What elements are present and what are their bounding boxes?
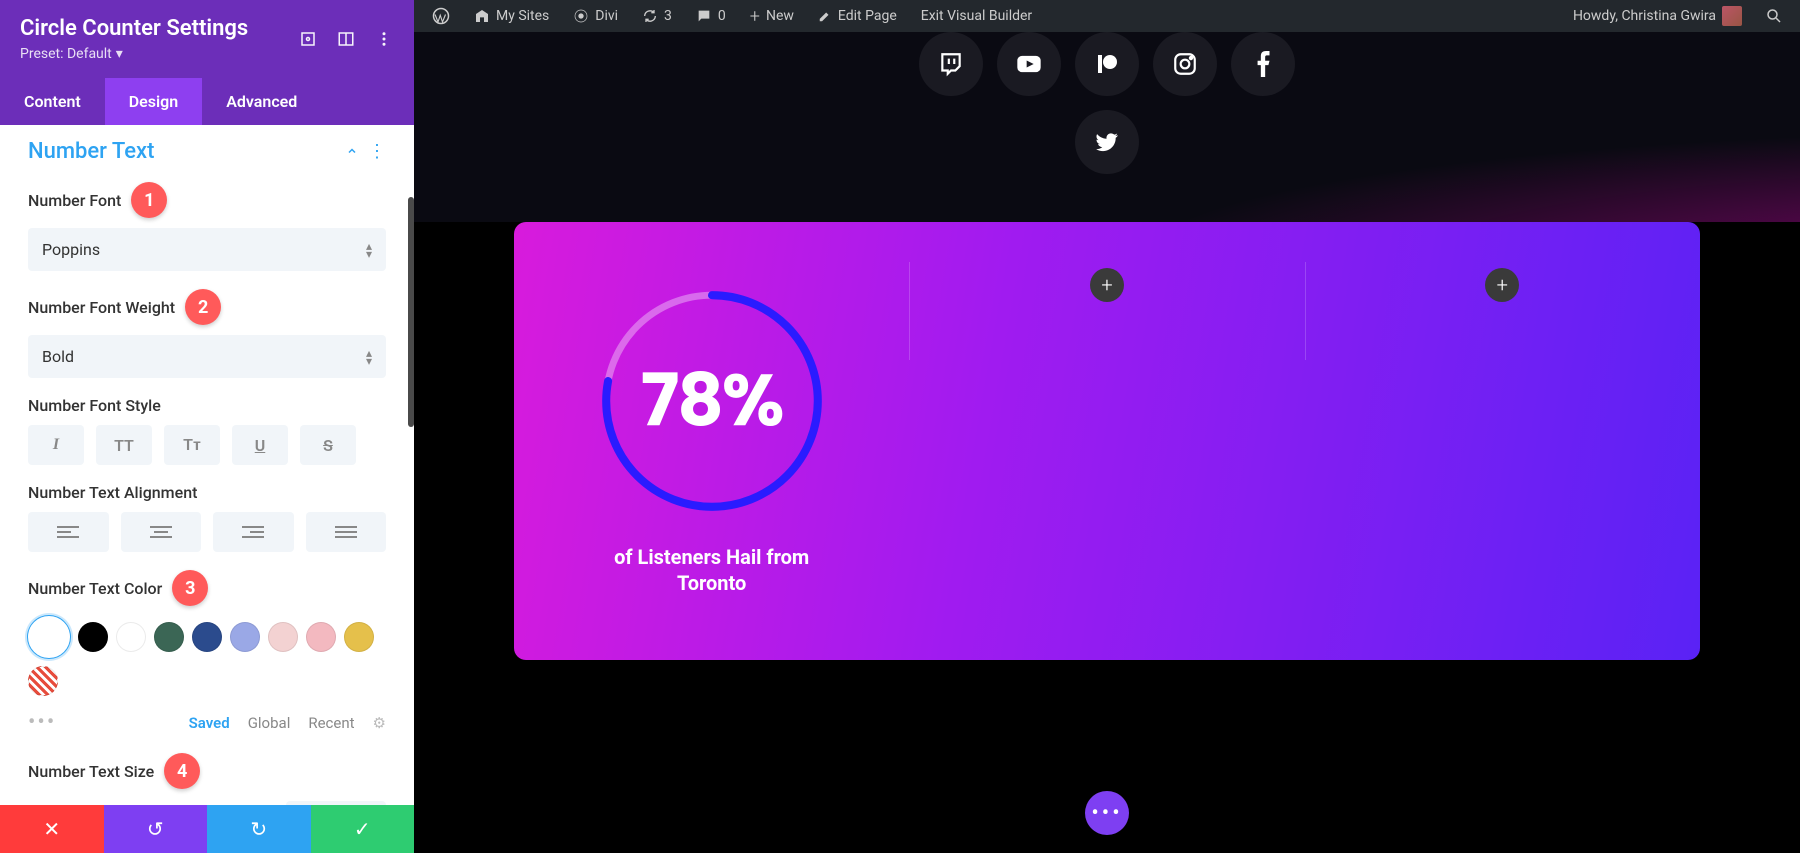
undo-button[interactable]: ↺ [104,805,208,853]
circle-counter-settings-panel: Circle Counter Settings Preset: Default … [0,0,414,853]
annotation-badge-4: 4 [164,753,200,789]
circle-percent-text: 78% [597,286,827,516]
color-swatch[interactable] [306,622,336,652]
tab-content[interactable]: Content [0,78,105,125]
color-tab-global[interactable]: Global [248,714,291,732]
panel-body: Number Text ⋮ Number Font 1 Poppins ▴▾ N… [0,125,414,805]
tab-design[interactable]: Design [105,78,202,125]
site-name-link[interactable]: Divi [565,8,626,24]
gear-icon[interactable]: ⚙ [373,714,386,732]
builder-fab[interactable]: ••• [1085,791,1129,835]
color-swatch[interactable] [78,622,108,652]
instagram-icon[interactable] [1153,32,1217,96]
annotation-badge-2: 2 [185,289,221,325]
style-italic-button[interactable]: I [28,425,84,465]
color-swatch[interactable] [230,622,260,652]
align-left-button[interactable] [28,512,109,552]
chevron-up-icon[interactable] [346,142,358,161]
number-font-weight-select[interactable]: Bold ▴▾ [28,335,386,378]
align-center-button[interactable] [121,512,202,552]
color-swatch[interactable] [192,622,222,652]
edit-page-link[interactable]: Edit Page [810,8,905,24]
page-preview: My Sites Divi 3 0 +New Edit Page Exit Vi… [414,0,1800,853]
number-font-style-label: Number Font Style [28,396,161,415]
patreon-icon[interactable] [1075,32,1139,96]
section-kebab-icon[interactable]: ⋮ [368,141,386,162]
panel-title: Circle Counter Settings [20,16,248,42]
style-strike-button[interactable]: S [300,425,356,465]
gradient-section: 78% of Listeners Hail from Toronto + + [514,222,1700,660]
panel-preset-dropdown[interactable]: Preset: Default ▾ [20,46,248,62]
youtube-icon[interactable] [997,32,1061,96]
caret-down-icon: ▾ [116,46,123,62]
color-swatches [28,616,386,696]
expand-icon[interactable] [298,29,318,49]
updates-link[interactable]: 3 [634,8,680,24]
new-link[interactable]: +New [742,6,802,27]
color-swatch[interactable] [344,622,374,652]
tab-advanced[interactable]: Advanced [202,78,321,125]
panel-tabs: Content Design Advanced [0,78,414,125]
number-text-color-label: Number Text Color [28,579,162,598]
section-number-text[interactable]: Number Text [28,139,154,164]
text-size-input[interactable]: 72px [286,801,386,805]
number-text-size-label: Number Text Size [28,762,154,781]
style-underline-button[interactable]: U [232,425,288,465]
wp-logo[interactable] [424,7,458,25]
number-font-label: Number Font [28,191,121,210]
search-icon[interactable] [1758,7,1790,25]
color-swatch-none[interactable] [28,666,58,696]
redo-button[interactable]: ↻ [207,805,311,853]
annotation-badge-3: 3 [172,570,208,606]
circle-counter-module[interactable]: 78% of Listeners Hail from Toronto [514,222,909,660]
my-sites-link[interactable]: My Sites [466,8,557,24]
circle-caption: of Listeners Hail from Toronto [597,544,827,596]
columns-icon[interactable] [336,29,356,49]
color-tab-saved[interactable]: Saved [189,714,230,732]
color-swatch-selected[interactable] [28,616,70,658]
align-justify-button[interactable] [306,512,387,552]
color-swatch[interactable] [154,622,184,652]
comments-link[interactable]: 0 [688,8,734,24]
color-tab-recent[interactable]: Recent [308,714,354,732]
wp-admin-bar: My Sites Divi 3 0 +New Edit Page Exit Vi… [414,0,1800,32]
select-arrows-icon: ▴▾ [366,242,372,259]
style-smallcaps-button[interactable]: Tᴛ [164,425,220,465]
panel-header: Circle Counter Settings Preset: Default … [0,0,414,78]
dark-header-section [414,32,1800,222]
exit-visual-builder-link[interactable]: Exit Visual Builder [913,8,1040,24]
add-module-button[interactable]: + [1485,268,1519,302]
number-font-weight-label: Number Font Weight [28,298,175,317]
save-button[interactable]: ✓ [311,805,415,853]
align-right-button[interactable] [213,512,294,552]
twitch-icon[interactable] [919,32,983,96]
facebook-icon[interactable] [1231,32,1295,96]
twitter-icon[interactable] [1075,110,1139,174]
avatar [1722,6,1742,26]
more-colors-icon[interactable]: ••• [28,710,56,735]
color-swatch[interactable] [268,622,298,652]
color-swatch[interactable] [116,622,146,652]
howdy-user[interactable]: Howdy, Christina Gwira [1565,6,1750,26]
kebab-menu-icon[interactable] [374,29,394,49]
add-module-button[interactable]: + [1090,268,1124,302]
select-arrows-icon: ▴▾ [366,349,372,366]
panel-footer: ✕ ↺ ↻ ✓ [0,805,414,853]
number-font-select[interactable]: Poppins ▴▾ [28,228,386,271]
cancel-button[interactable]: ✕ [0,805,104,853]
annotation-badge-1: 1 [131,182,167,218]
number-text-alignment-label: Number Text Alignment [28,483,197,502]
style-uppercase-button[interactable]: TT [96,425,152,465]
